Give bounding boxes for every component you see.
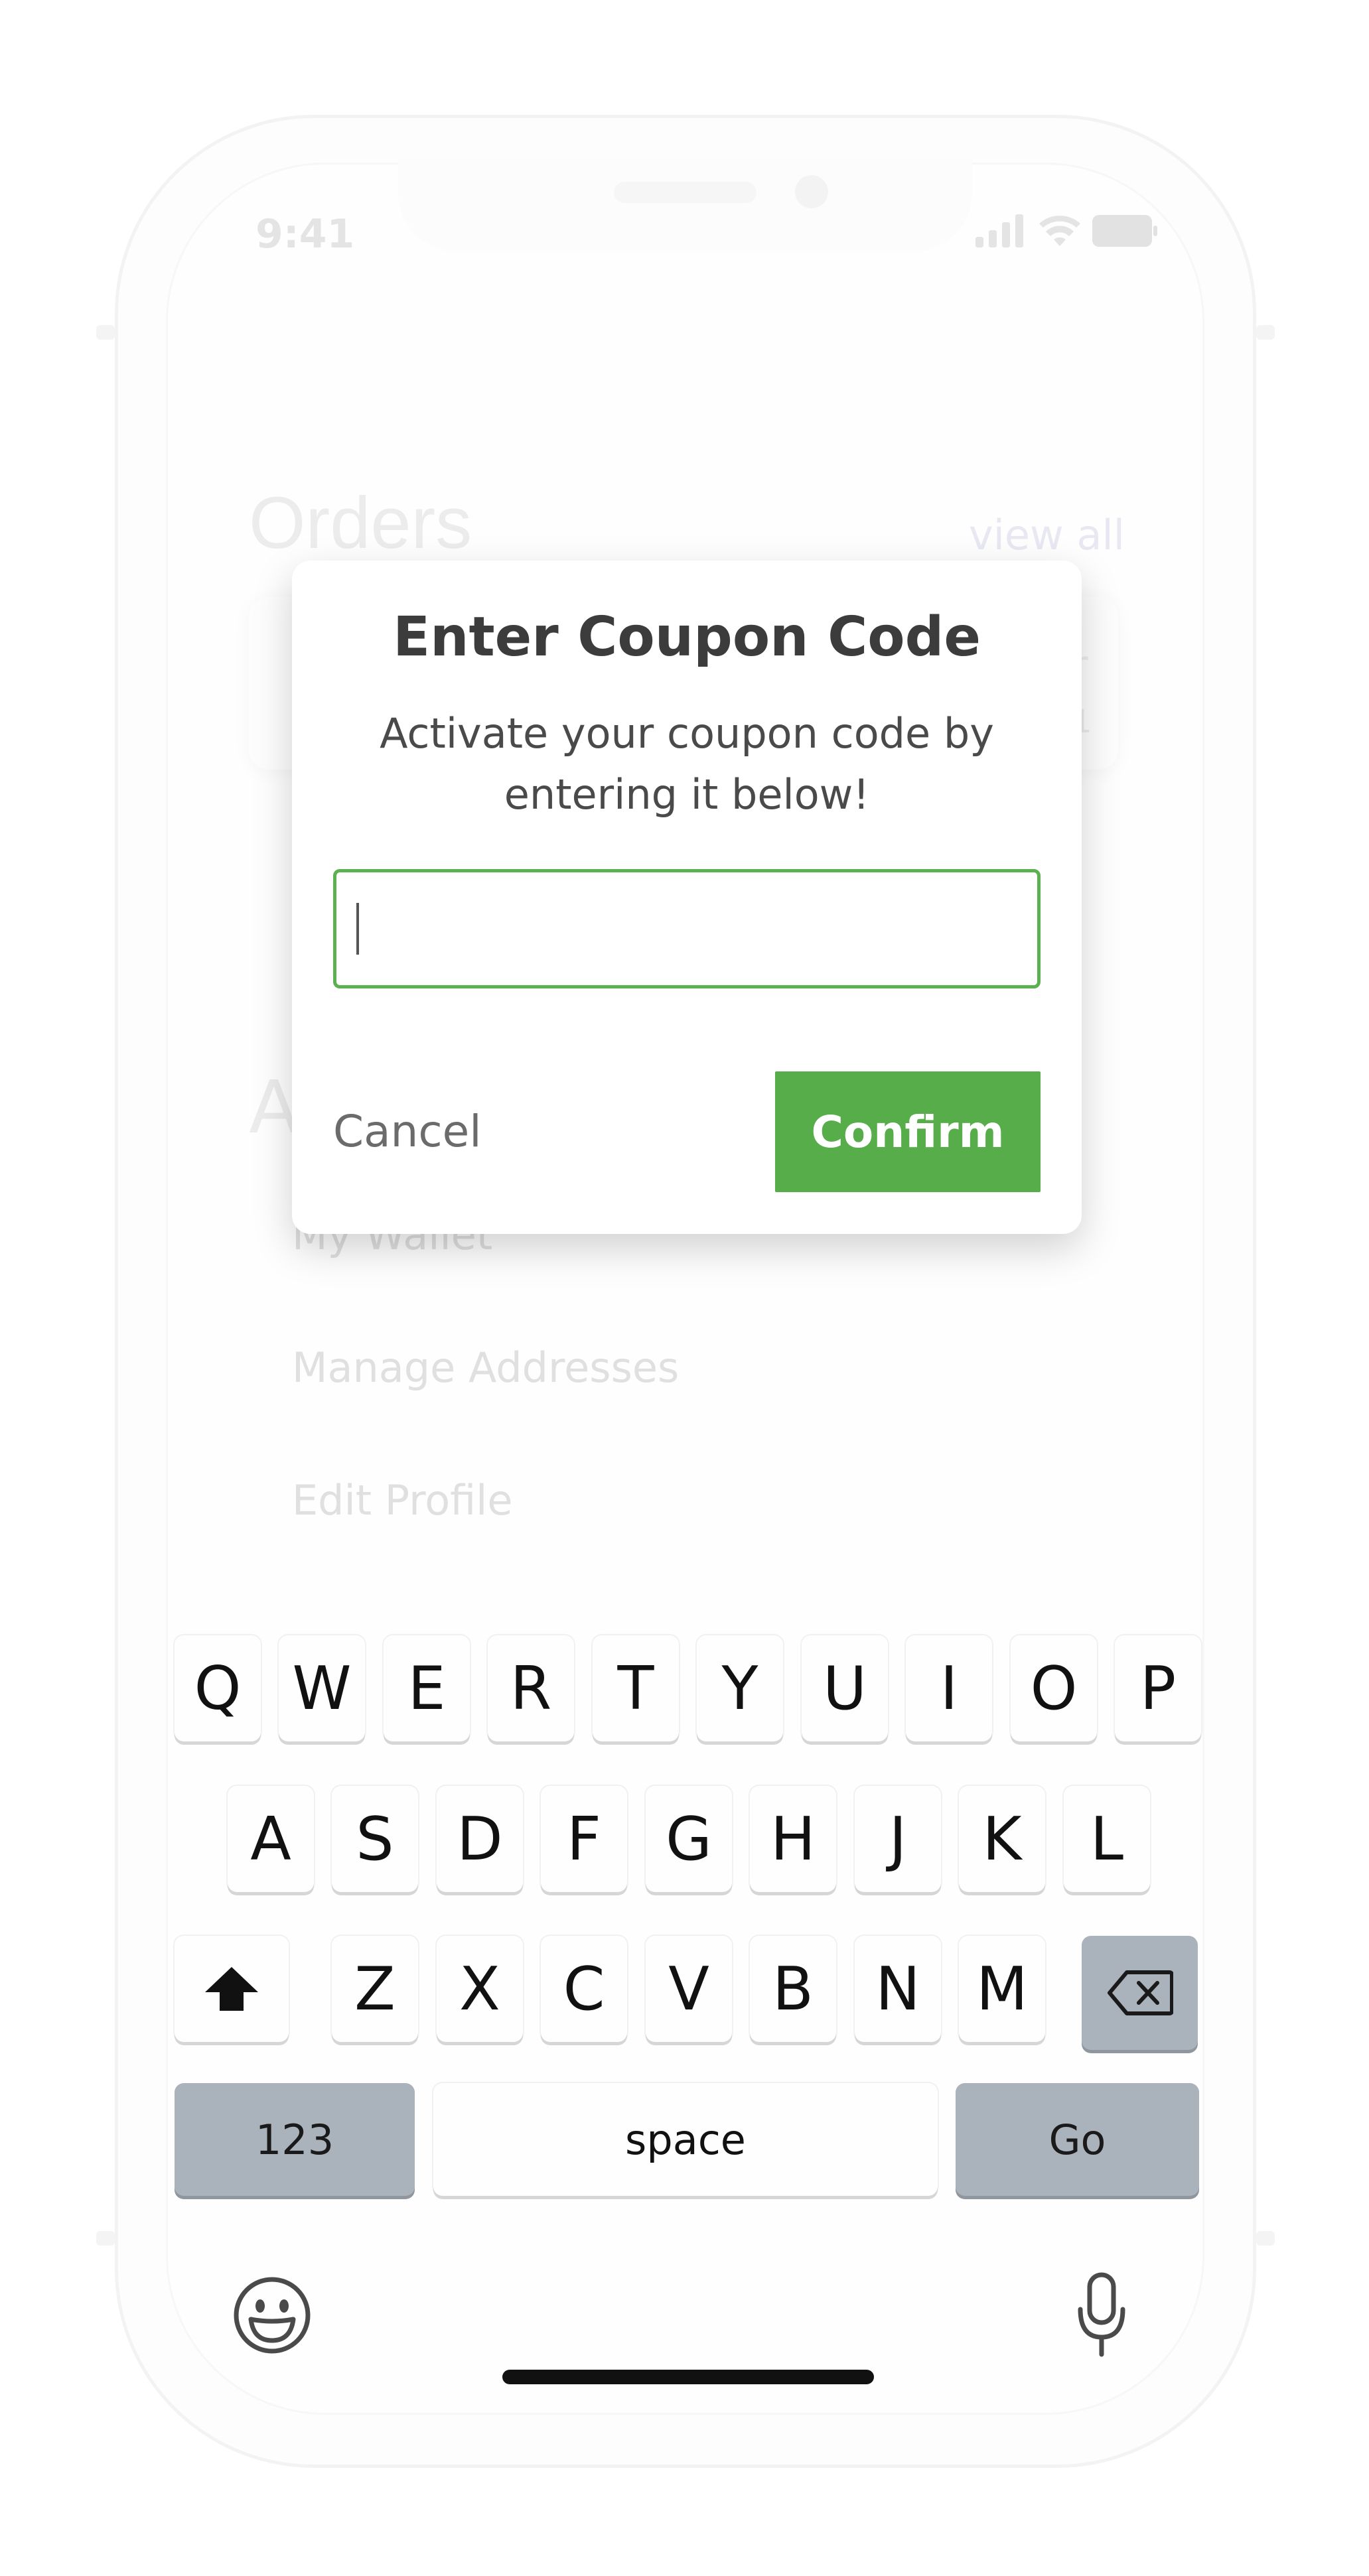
wifi-icon [1039, 215, 1080, 246]
backspace-icon [1107, 1970, 1173, 2015]
shift-icon [205, 1967, 258, 2011]
dialog-title: Enter Coupon Code [393, 606, 981, 669]
key-w[interactable]: W [279, 1635, 365, 1741]
front-camera [795, 175, 828, 208]
key-g[interactable]: G [646, 1786, 732, 1892]
go-key[interactable]: Go [956, 2083, 1199, 2196]
side-button [96, 2231, 115, 2246]
side-button [1256, 2231, 1275, 2246]
key-m[interactable]: M [959, 1936, 1045, 2042]
dictation-button[interactable] [1075, 2272, 1128, 2358]
home-indicator[interactable] [502, 2370, 874, 2384]
key-z[interactable]: Z [332, 1936, 418, 2042]
emoji-icon [234, 2277, 311, 2354]
side-button [1256, 325, 1275, 340]
key-e[interactable]: E [384, 1635, 470, 1741]
key-q[interactable]: Q [175, 1635, 261, 1741]
key-l[interactable]: L [1064, 1786, 1150, 1892]
key-i[interactable]: I [906, 1635, 992, 1741]
status-icons [975, 211, 1168, 251]
key-x[interactable]: X [437, 1936, 523, 2042]
key-c[interactable]: C [541, 1936, 627, 2042]
orders-title: Orders [249, 482, 472, 564]
key-p[interactable]: P [1115, 1635, 1201, 1741]
cancel-button[interactable]: Cancel [333, 1071, 532, 1191]
key-o[interactable]: O [1011, 1635, 1097, 1741]
key-d[interactable]: D [437, 1786, 523, 1892]
menu-item-addresses[interactable]: Manage Addresses [292, 1343, 679, 1392]
key-u[interactable]: U [802, 1635, 888, 1741]
coupon-code-input[interactable] [333, 869, 1041, 988]
key-f[interactable]: F [541, 1786, 627, 1892]
emoji-button[interactable] [232, 2275, 312, 2355]
dialog-subtitle: Activate your coupon code by entering it… [380, 709, 994, 819]
key-j[interactable]: J [855, 1786, 941, 1892]
battery-icon [1092, 215, 1157, 247]
key-k[interactable]: K [959, 1786, 1045, 1892]
key-r[interactable]: R [488, 1635, 574, 1741]
shift-key[interactable] [175, 1936, 289, 2042]
confirm-button[interactable]: Confirm [775, 1071, 1041, 1192]
speaker [614, 182, 757, 203]
key-s[interactable]: S [332, 1786, 418, 1892]
key-b[interactable]: B [750, 1936, 836, 2042]
notch [398, 159, 972, 252]
key-v[interactable]: V [646, 1936, 732, 2042]
key-t[interactable]: T [593, 1635, 679, 1741]
key-n[interactable]: N [855, 1936, 941, 2042]
key-a[interactable]: A [228, 1786, 314, 1892]
space-key[interactable]: space [433, 2083, 938, 2196]
side-button [96, 325, 115, 340]
numbers-key[interactable]: 123 [175, 2083, 415, 2196]
view-all-link[interactable]: view all [969, 511, 1125, 559]
key-h[interactable]: H [750, 1786, 836, 1892]
status-time: 9:41 [255, 211, 355, 257]
microphone-icon [1078, 2272, 1125, 2357]
account-title: A [249, 1065, 299, 1150]
coupon-dialog: Enter Coupon Code Activate your coupon c… [292, 561, 1082, 1234]
backspace-key[interactable] [1082, 1936, 1198, 2050]
menu-item-edit-profile[interactable]: Edit Profile [292, 1476, 513, 1525]
key-y[interactable]: Y [697, 1635, 783, 1741]
signal-icon [975, 214, 1023, 247]
text-cursor [356, 903, 359, 955]
